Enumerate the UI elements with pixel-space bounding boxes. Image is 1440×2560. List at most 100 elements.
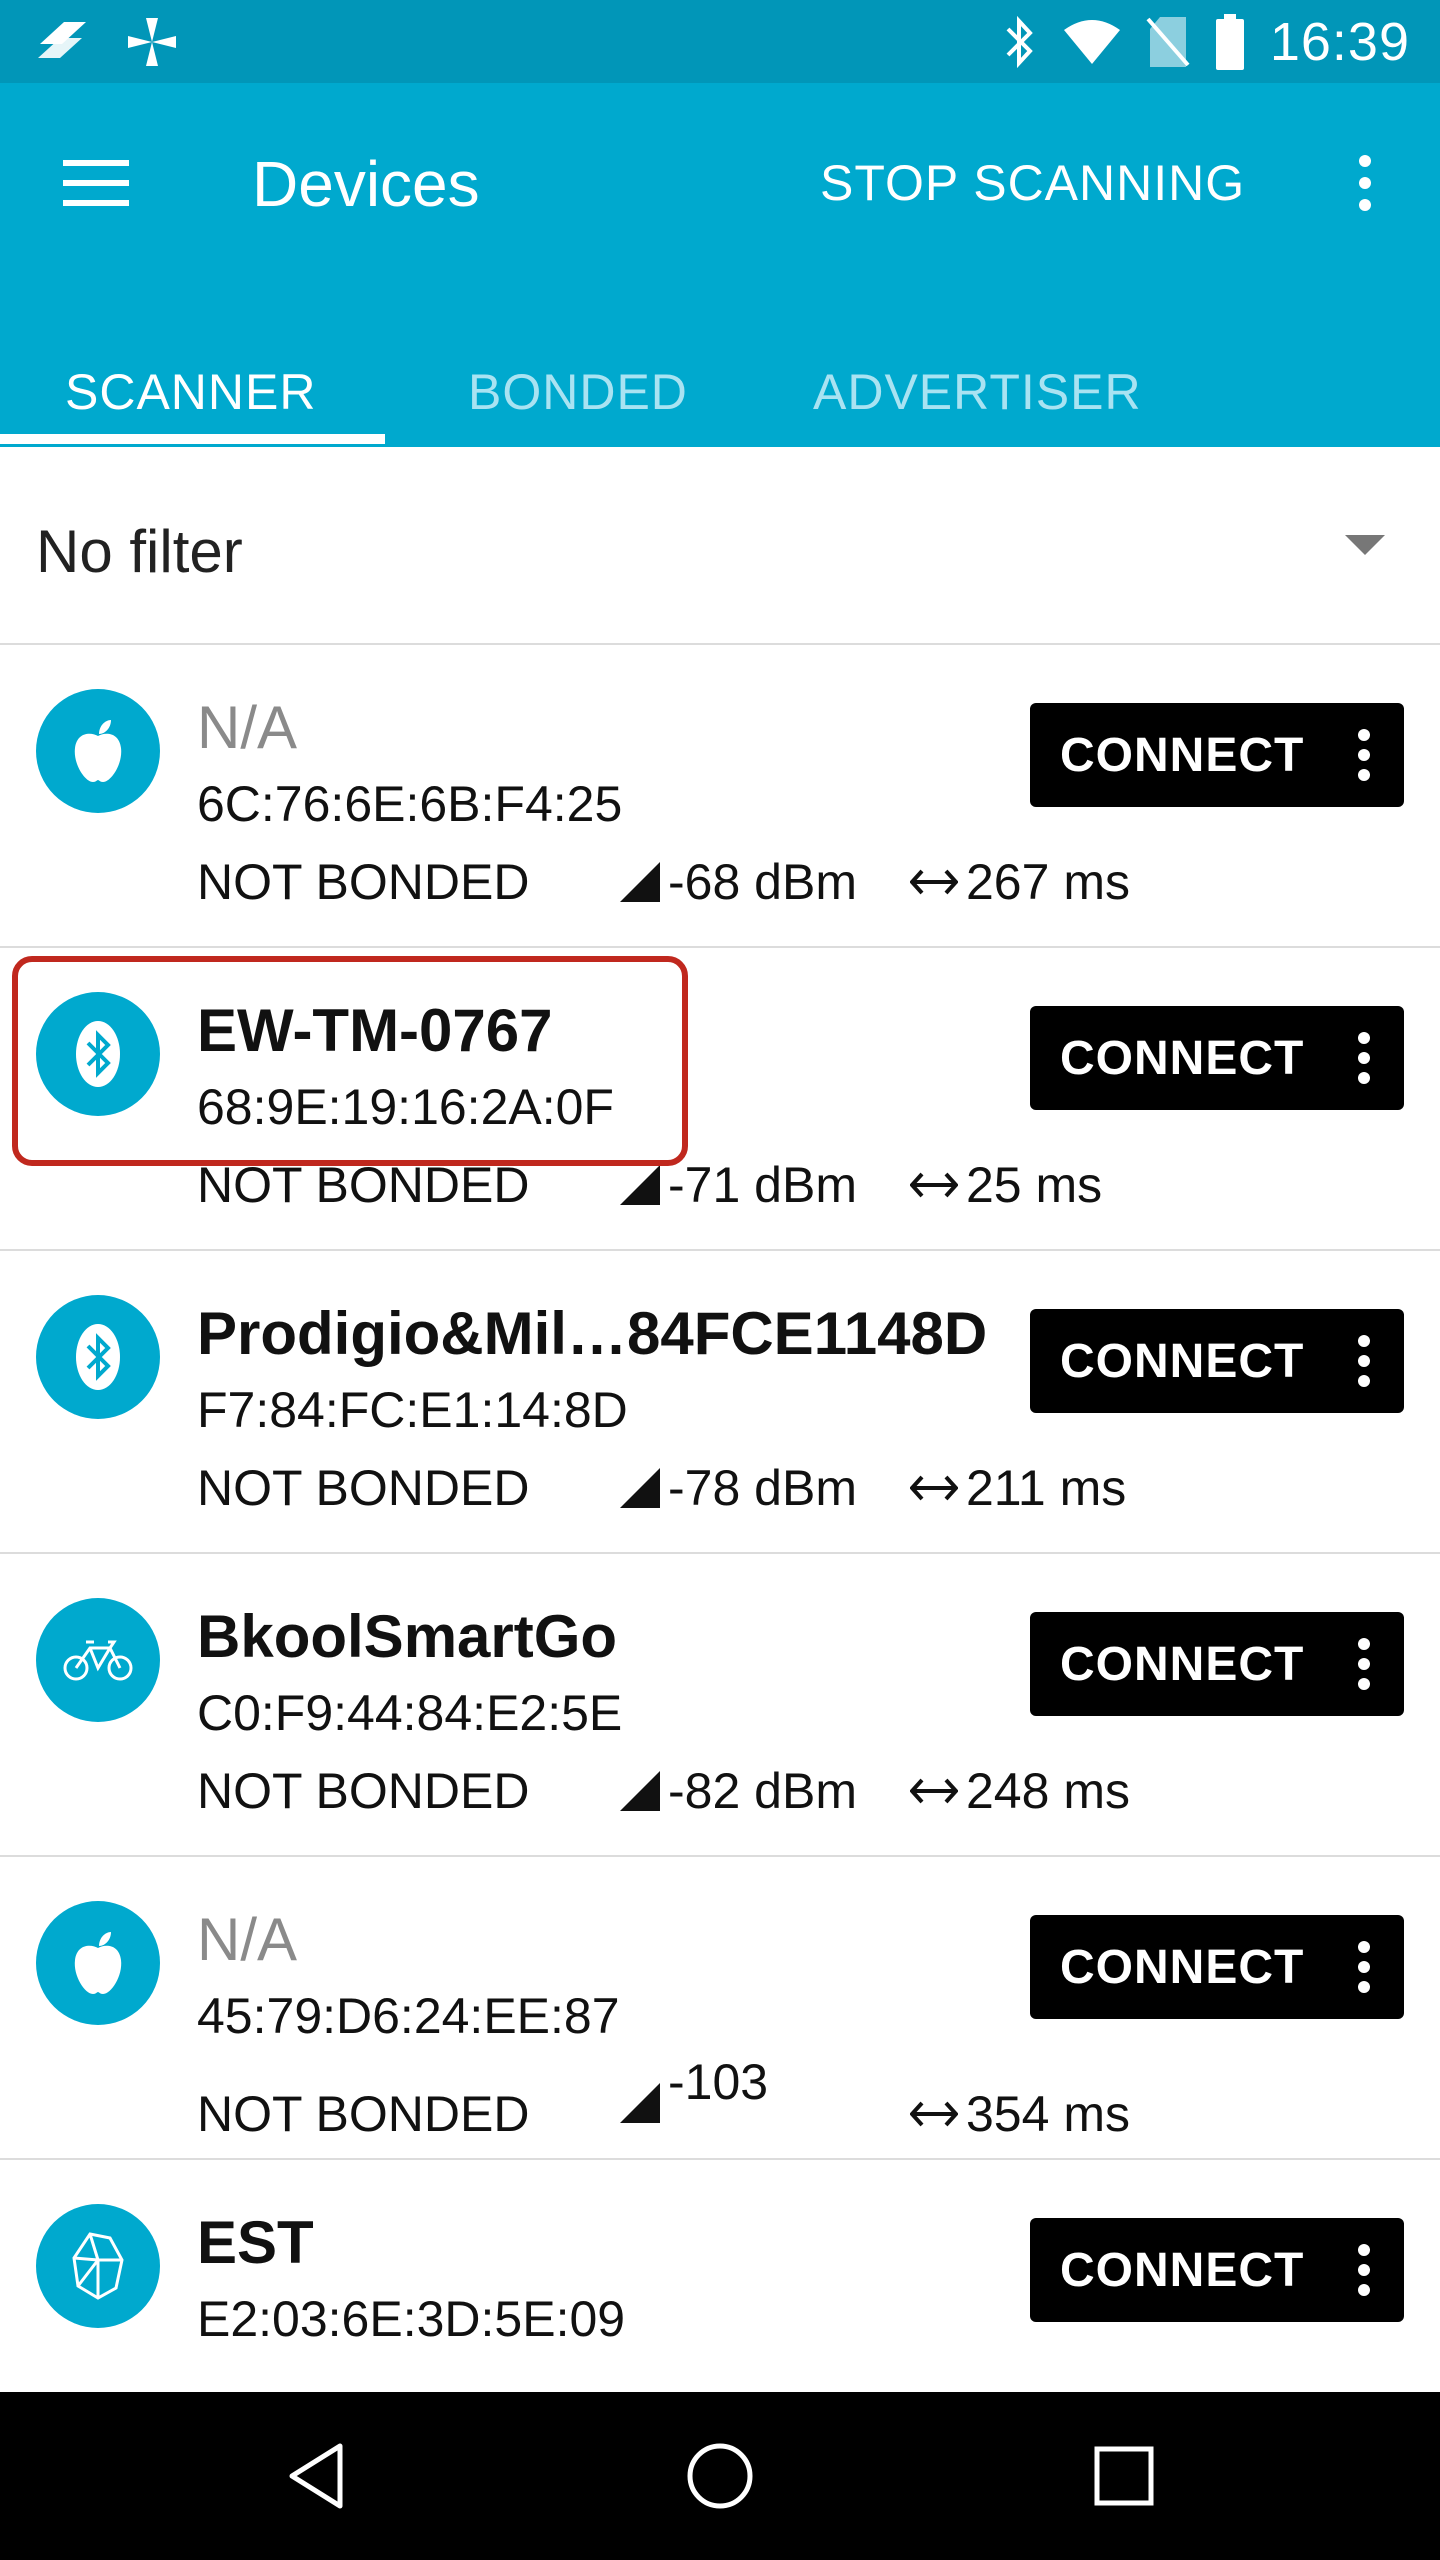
tab-bonded[interactable]: BONDED bbox=[468, 363, 688, 447]
dropdown-arrow-icon bbox=[1345, 535, 1385, 555]
interval-arrows-icon bbox=[910, 869, 958, 895]
device-avatar bbox=[36, 1295, 160, 1419]
device-row[interactable]: Prodigio&Mil…84FCE1148D F7:84:FC:E1:14:8… bbox=[0, 1251, 1440, 1554]
bicycle-icon bbox=[63, 1640, 133, 1681]
nav-back-button[interactable] bbox=[266, 2426, 366, 2526]
app-bar: Devices STOP SCANNING SCANNER BONDED ADV… bbox=[0, 83, 1440, 447]
signal-strength-icon bbox=[620, 2083, 660, 2123]
device-row[interactable]: N/A 45:79:D6:24:EE:87 NOT BONDED -103 dB… bbox=[0, 1857, 1440, 2160]
signal-strength-icon bbox=[620, 1165, 660, 1205]
status-time: 16:39 bbox=[1269, 11, 1410, 72]
interval-arrows-icon bbox=[910, 2101, 958, 2127]
rssi-value: -71 dBm bbox=[668, 1157, 857, 1213]
interval-readout: 267 ms bbox=[910, 853, 1130, 911]
nav-home-button[interactable] bbox=[670, 2426, 770, 2526]
device-address: 6C:76:6E:6B:F4:25 bbox=[197, 776, 623, 832]
rssi-readout: -103 dBm bbox=[620, 2053, 798, 2123]
device-row[interactable]: N/A 6C:76:6E:6B:F4:25 NOT BONDED -68 dBm… bbox=[0, 645, 1440, 948]
device-name: BkoolSmartGo bbox=[197, 1603, 618, 1670]
interval-readout: 248 ms bbox=[910, 1762, 1130, 1820]
more-vert-icon bbox=[1358, 1032, 1370, 1084]
rssi-value: -82 dBm bbox=[668, 1763, 857, 1819]
interval-arrows-icon bbox=[910, 1778, 958, 1804]
device-avatar bbox=[36, 689, 160, 813]
device-name: N/A bbox=[197, 1906, 298, 1973]
connect-label: CONNECT bbox=[1060, 1940, 1305, 1994]
connect-label: CONNECT bbox=[1060, 1031, 1305, 1085]
device-more-button[interactable] bbox=[1344, 1612, 1384, 1716]
rssi-readout: -68 dBm bbox=[620, 853, 857, 911]
filter-label: No filter bbox=[36, 518, 243, 585]
device-more-button[interactable] bbox=[1344, 1309, 1384, 1413]
app-notification-icon bbox=[38, 22, 86, 58]
interval-readout: 211 ms bbox=[910, 1459, 1126, 1517]
interval-value: 267 ms bbox=[966, 854, 1130, 910]
tab-indicator bbox=[0, 434, 385, 444]
device-more-button[interactable] bbox=[1344, 2218, 1384, 2322]
status-bar: 16:39 bbox=[0, 0, 1440, 83]
device-more-button[interactable] bbox=[1344, 703, 1384, 807]
rssi-readout: -78 dBm bbox=[620, 1459, 857, 1517]
device-name: N/A bbox=[197, 694, 298, 761]
bond-state: NOT BONDED bbox=[197, 1157, 530, 1213]
menu-button[interactable] bbox=[46, 133, 146, 233]
signal-strength-icon bbox=[620, 1771, 660, 1811]
rssi-value: -78 dBm bbox=[668, 1460, 857, 1516]
nav-recents-button[interactable] bbox=[1074, 2426, 1174, 2526]
interval-arrows-icon bbox=[910, 1172, 958, 1198]
interval-arrows-icon bbox=[910, 1475, 958, 1501]
interval-readout: 354 ms bbox=[910, 2085, 1130, 2143]
device-avatar bbox=[36, 992, 160, 1116]
device-name: Prodigio&Mil…84FCE1148D bbox=[197, 1300, 988, 1367]
back-icon bbox=[289, 2443, 343, 2509]
interval-readout: 25 ms bbox=[910, 1156, 1102, 1214]
device-row[interactable]: EW-TM-0767 68:9E:19:16:2A:0F NOT BONDED … bbox=[0, 948, 1440, 1251]
connect-button[interactable]: CONNECT bbox=[1030, 2218, 1404, 2322]
device-more-button[interactable] bbox=[1344, 1006, 1384, 1110]
filter-dropdown[interactable]: No filter bbox=[0, 447, 1440, 645]
more-vert-icon bbox=[1358, 1941, 1370, 1993]
more-vert-icon bbox=[1358, 1335, 1370, 1387]
estimote-beacon-icon bbox=[72, 2232, 124, 2300]
interval-value: 248 ms bbox=[966, 1763, 1130, 1819]
signal-strength-icon bbox=[620, 1468, 660, 1508]
device-avatar bbox=[36, 2204, 160, 2328]
system-nav-bar bbox=[0, 2392, 1440, 2560]
more-vert-icon bbox=[1359, 155, 1371, 211]
device-address: E2:03:6E:3D:5E:09 bbox=[197, 2291, 626, 2347]
more-vert-icon bbox=[1358, 729, 1370, 781]
device-address: C0:F9:44:84:E2:5E bbox=[197, 1685, 623, 1741]
device-more-button[interactable] bbox=[1344, 1915, 1384, 2019]
overflow-menu-button[interactable] bbox=[1325, 133, 1405, 233]
device-list: N/A 6C:76:6E:6B:F4:25 NOT BONDED -68 dBm… bbox=[0, 645, 1440, 2390]
stop-scanning-button[interactable]: STOP SCANNING bbox=[820, 133, 1245, 233]
bond-state: NOT BONDED bbox=[197, 1460, 530, 1516]
bond-state: NOT BONDED bbox=[197, 1763, 530, 1819]
device-row[interactable]: EST E2:03:6E:3D:5E:09 CONNECT bbox=[0, 2160, 1440, 2390]
more-vert-icon bbox=[1358, 1638, 1370, 1690]
device-address: 68:9E:19:16:2A:0F bbox=[197, 1079, 614, 1135]
rssi-value: -68 dBm bbox=[668, 854, 857, 910]
interval-value: 211 ms bbox=[966, 1460, 1127, 1516]
connect-button[interactable]: CONNECT bbox=[1030, 1915, 1404, 2019]
device-avatar bbox=[36, 1598, 160, 1722]
home-icon bbox=[687, 2443, 753, 2509]
connect-button[interactable]: CONNECT bbox=[1030, 703, 1404, 807]
device-row[interactable]: BkoolSmartGo C0:F9:44:84:E2:5E NOT BONDE… bbox=[0, 1554, 1440, 1857]
interval-value: 25 ms bbox=[966, 1157, 1103, 1213]
device-name: EST bbox=[197, 2209, 314, 2276]
bluetooth-icon bbox=[76, 1021, 120, 1087]
device-address: F7:84:FC:E1:14:8D bbox=[197, 1382, 628, 1438]
apple-icon bbox=[74, 1932, 122, 1994]
apple-icon bbox=[74, 720, 122, 782]
recents-icon bbox=[1094, 2446, 1154, 2506]
device-avatar bbox=[36, 1901, 160, 2025]
device-name: EW-TM-0767 bbox=[197, 997, 553, 1064]
more-vert-icon bbox=[1358, 2244, 1370, 2296]
connect-button[interactable]: CONNECT bbox=[1030, 1612, 1404, 1716]
tab-advertiser[interactable]: ADVERTISER bbox=[813, 363, 1142, 447]
no-sim-icon bbox=[1146, 16, 1190, 67]
connect-button[interactable]: CONNECT bbox=[1030, 1006, 1404, 1110]
connect-button[interactable]: CONNECT bbox=[1030, 1309, 1404, 1413]
rssi-readout: -71 dBm bbox=[620, 1156, 857, 1214]
